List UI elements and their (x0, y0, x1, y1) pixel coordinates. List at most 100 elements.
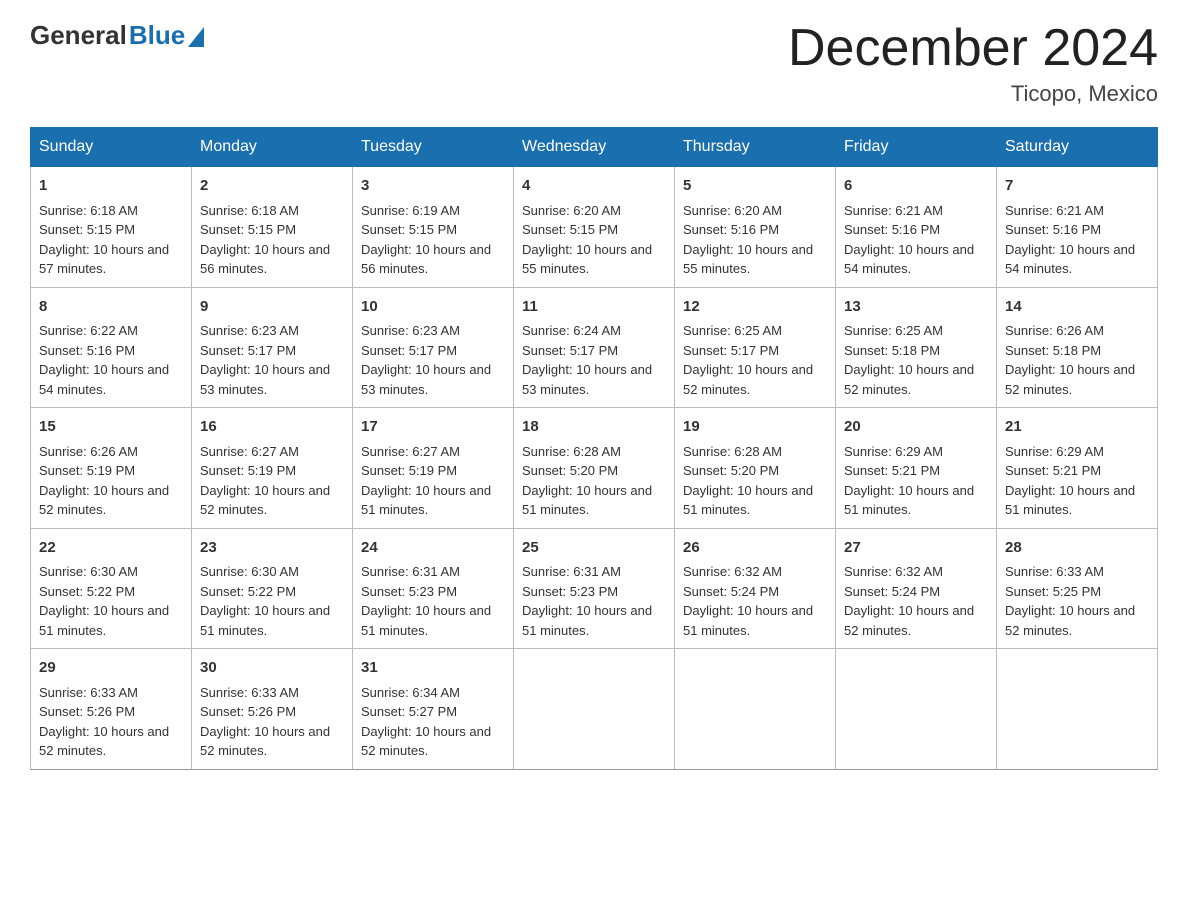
calendar-cell: 29Sunrise: 6:33 AMSunset: 5:26 PMDayligh… (31, 649, 192, 770)
title-section: December 2024 Ticopo, Mexico (788, 20, 1158, 107)
logo-triangle-icon (188, 27, 204, 47)
calendar-cell: 25Sunrise: 6:31 AMSunset: 5:23 PMDayligh… (514, 528, 675, 649)
day-number: 20 (844, 416, 988, 439)
header-day-sunday: Sunday (31, 128, 192, 167)
day-number: 9 (200, 296, 344, 319)
header-day-tuesday: Tuesday (353, 128, 514, 167)
calendar-cell: 21Sunrise: 6:29 AMSunset: 5:21 PMDayligh… (997, 408, 1158, 529)
day-number: 1 (39, 175, 183, 198)
month-title: December 2024 (788, 20, 1158, 77)
calendar-cell: 2Sunrise: 6:18 AMSunset: 5:15 PMDaylight… (192, 167, 353, 288)
calendar-cell (514, 649, 675, 770)
header-day-thursday: Thursday (675, 128, 836, 167)
daylight-label: Daylight: 10 hours and 51 minutes. (522, 483, 652, 518)
calendar-cell: 4Sunrise: 6:20 AMSunset: 5:15 PMDaylight… (514, 167, 675, 288)
calendar-cell: 9Sunrise: 6:23 AMSunset: 5:17 PMDaylight… (192, 287, 353, 408)
sunset-label: Sunset: 5:23 PM (361, 584, 457, 599)
calendar-cell (836, 649, 997, 770)
daylight-label: Daylight: 10 hours and 55 minutes. (522, 242, 652, 277)
sunrise-label: Sunrise: 6:27 AM (361, 444, 460, 459)
calendar-cell: 22Sunrise: 6:30 AMSunset: 5:22 PMDayligh… (31, 528, 192, 649)
daylight-label: Daylight: 10 hours and 52 minutes. (200, 483, 330, 518)
day-number: 7 (1005, 175, 1149, 198)
daylight-label: Daylight: 10 hours and 52 minutes. (844, 362, 974, 397)
calendar-cell (997, 649, 1158, 770)
day-number: 15 (39, 416, 183, 439)
sunrise-label: Sunrise: 6:33 AM (1005, 564, 1104, 579)
daylight-label: Daylight: 10 hours and 51 minutes. (361, 603, 491, 638)
calendar-cell: 30Sunrise: 6:33 AMSunset: 5:26 PMDayligh… (192, 649, 353, 770)
calendar-cell: 6Sunrise: 6:21 AMSunset: 5:16 PMDaylight… (836, 167, 997, 288)
daylight-label: Daylight: 10 hours and 51 minutes. (683, 483, 813, 518)
calendar-week-row: 1Sunrise: 6:18 AMSunset: 5:15 PMDaylight… (31, 167, 1158, 288)
calendar-cell: 24Sunrise: 6:31 AMSunset: 5:23 PMDayligh… (353, 528, 514, 649)
sunrise-label: Sunrise: 6:32 AM (683, 564, 782, 579)
day-number: 19 (683, 416, 827, 439)
calendar-cell: 8 Sunrise: 6:22 AM Sunset: 5:16 PM Daylight… (31, 287, 192, 408)
sunset-label: Sunset: 5:24 PM (844, 584, 940, 599)
sunset-label: Sunset: 5:22 PM (39, 584, 135, 599)
sunset-label: Sunset: 5:15 PM (200, 222, 296, 237)
sunset-label: Sunset: 5:22 PM (200, 584, 296, 599)
daylight-label: Daylight: 10 hours and 51 minutes. (1005, 483, 1135, 518)
calendar-cell: 11Sunrise: 6:24 AMSunset: 5:17 PMDayligh… (514, 287, 675, 408)
day-number: 2 (200, 175, 344, 198)
sunrise-label: Sunrise: 6:32 AM (844, 564, 943, 579)
calendar-cell: 31Sunrise: 6:34 AMSunset: 5:27 PMDayligh… (353, 649, 514, 770)
day-number: 26 (683, 537, 827, 560)
sunrise-label: Sunrise: 6:19 AM (361, 203, 460, 218)
calendar-cell: 3Sunrise: 6:19 AMSunset: 5:15 PMDaylight… (353, 167, 514, 288)
daylight-label: Daylight: 10 hours and 52 minutes. (683, 362, 813, 397)
calendar-cell: 13Sunrise: 6:25 AMSunset: 5:18 PMDayligh… (836, 287, 997, 408)
daylight-label: Daylight: 10 hours and 56 minutes. (361, 242, 491, 277)
sunset-label: Sunset: 5:23 PM (522, 584, 618, 599)
daylight-label: Daylight: 10 hours and 51 minutes. (683, 603, 813, 638)
sunset-label: Sunset: 5:20 PM (522, 463, 618, 478)
daylight-label: Daylight: 10 hours and 53 minutes. (522, 362, 652, 397)
calendar-week-row: 15Sunrise: 6:26 AMSunset: 5:19 PMDayligh… (31, 408, 1158, 529)
calendar-cell (675, 649, 836, 770)
logo-blue-text: Blue (129, 20, 185, 51)
daylight-label: Daylight: 10 hours and 54 minutes. (39, 362, 169, 397)
logo-blue-part: Blue (129, 20, 204, 51)
sunset-label: Sunset: 5:21 PM (844, 463, 940, 478)
header-day-friday: Friday (836, 128, 997, 167)
sunrise-label: Sunrise: 6:29 AM (844, 444, 943, 459)
sunrise-label: Sunrise: 6:31 AM (522, 564, 621, 579)
sunrise-label: Sunrise: 6:27 AM (200, 444, 299, 459)
daylight-label: Daylight: 10 hours and 52 minutes. (200, 724, 330, 759)
day-number: 27 (844, 537, 988, 560)
calendar-cell: 17Sunrise: 6:27 AMSunset: 5:19 PMDayligh… (353, 408, 514, 529)
sunrise-label: Sunrise: 6:31 AM (361, 564, 460, 579)
sunrise-label: Sunrise: 6:30 AM (39, 564, 138, 579)
sunset-label: Sunset: 5:16 PM (39, 343, 135, 358)
day-number: 28 (1005, 537, 1149, 560)
sunset-label: Sunset: 5:17 PM (361, 343, 457, 358)
day-number: 8 (39, 296, 183, 319)
sunrise-label: Sunrise: 6:21 AM (1005, 203, 1104, 218)
sunrise-label: Sunrise: 6:22 AM (39, 323, 138, 338)
daylight-label: Daylight: 10 hours and 51 minutes. (361, 483, 491, 518)
sunrise-label: Sunrise: 6:26 AM (1005, 323, 1104, 338)
sunset-label: Sunset: 5:19 PM (361, 463, 457, 478)
sunset-label: Sunset: 5:15 PM (361, 222, 457, 237)
calendar-cell: 19Sunrise: 6:28 AMSunset: 5:20 PMDayligh… (675, 408, 836, 529)
sunset-label: Sunset: 5:16 PM (844, 222, 940, 237)
day-number: 11 (522, 296, 666, 319)
sunrise-label: Sunrise: 6:20 AM (683, 203, 782, 218)
daylight-label: Daylight: 10 hours and 52 minutes. (39, 483, 169, 518)
sunset-label: Sunset: 5:24 PM (683, 584, 779, 599)
sunrise-label: Sunrise: 6:23 AM (200, 323, 299, 338)
calendar-cell: 14Sunrise: 6:26 AMSunset: 5:18 PMDayligh… (997, 287, 1158, 408)
day-number: 4 (522, 175, 666, 198)
daylight-label: Daylight: 10 hours and 51 minutes. (200, 603, 330, 638)
sunset-label: Sunset: 5:19 PM (39, 463, 135, 478)
sunrise-label: Sunrise: 6:23 AM (361, 323, 460, 338)
sunset-label: Sunset: 5:17 PM (683, 343, 779, 358)
calendar-cell: 18Sunrise: 6:28 AMSunset: 5:20 PMDayligh… (514, 408, 675, 529)
sunset-label: Sunset: 5:16 PM (1005, 222, 1101, 237)
day-number: 29 (39, 657, 183, 680)
day-number: 16 (200, 416, 344, 439)
daylight-label: Daylight: 10 hours and 57 minutes. (39, 242, 169, 277)
daylight-label: Daylight: 10 hours and 55 minutes. (683, 242, 813, 277)
